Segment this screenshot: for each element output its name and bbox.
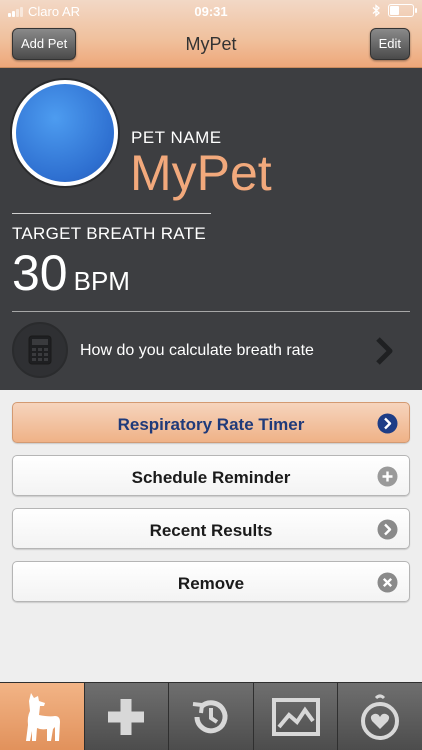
tab-chart[interactable] [254,683,339,750]
bluetooth-icon [372,4,380,17]
history-timer-icon [192,700,228,734]
close-circle-icon [377,572,398,593]
schedule-reminder-button[interactable]: Schedule Reminder [12,455,410,496]
tab-heart[interactable] [338,683,422,750]
top-bar: Claro AR 09:31 Add Pet MyPet Edit [0,0,422,68]
pet-avatar[interactable] [12,80,118,186]
plus-circle-icon [377,466,398,487]
remove-button[interactable]: Remove [12,561,410,602]
respiratory-rate-timer-button[interactable]: Respiratory Rate Timer [12,402,410,443]
target-rate-label: TARGET BREATH RATE [12,224,206,243]
heart-tag-icon [361,694,400,740]
pet-info-panel: PET NAME MyPet TARGET BREATH RATE 30 BPM [0,68,422,390]
edit-button[interactable]: Edit [369,28,410,60]
recent-results-button[interactable]: Recent Results [12,508,410,549]
dog-icon [25,693,60,741]
tab-bar [0,682,422,750]
plus-icon [108,699,145,735]
nav-title: MyPet [185,34,237,54]
app-screen: Claro AR 09:31 Add Pet MyPet Edit PET NA… [0,0,422,750]
divider [12,311,410,312]
status-time: 09:31 [194,4,228,19]
chevron-right-icon [376,337,393,365]
target-rate: 30 BPM [12,244,130,302]
target-rate-value: 30 [12,245,68,301]
status-bar: Claro AR 09:31 [0,0,422,22]
chevron-right-circle-icon [377,413,398,434]
button-label: Respiratory Rate Timer [117,415,305,434]
battery-icon [388,4,417,17]
status-right [372,4,417,17]
calculate-breath-rate-link[interactable]: How do you calculate breath rate [0,320,422,382]
button-label: Remove [177,574,245,593]
button-label: Schedule Reminder [131,468,291,487]
tab-history[interactable] [169,683,254,750]
pet-name: MyPet [130,145,272,201]
divider [12,213,211,214]
chevron-right-circle-icon [377,519,398,540]
target-rate-unit: BPM [73,266,130,296]
tab-add[interactable] [85,683,170,750]
tab-pet[interactable] [0,683,85,750]
button-label: Recent Results [149,521,273,540]
chart-icon [271,698,320,736]
calculate-breath-rate-text: How do you calculate breath rate [80,342,314,359]
calculator-icon [12,322,68,378]
